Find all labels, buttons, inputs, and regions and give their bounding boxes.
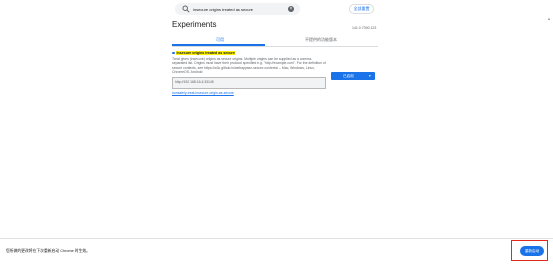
relaunch-bar: 您所做的更改将在下次重新启动 Chrome 时生效。 重新启动	[0, 238, 553, 264]
flag-state-select[interactable]: 已启用 ▾	[331, 72, 375, 80]
flag-header: Insecure origins treated as secure	[172, 50, 378, 56]
flag-description: Treat given (insecure) origins as secure…	[172, 57, 326, 75]
highlight-box	[511, 240, 548, 261]
clear-search-icon[interactable]: ×	[288, 6, 294, 12]
search-box[interactable]: ×	[175, 3, 300, 15]
relaunch-message: 您所做的更改将在下次重新启动 Chrome 时生效。	[6, 249, 90, 253]
search-input[interactable]	[193, 6, 288, 12]
top-toolbar: × 全部重置	[0, 0, 553, 18]
modified-dot-icon	[172, 51, 175, 55]
tab-available[interactable]: 可用	[216, 37, 224, 43]
select-value: 已启用	[343, 74, 354, 78]
version-label: 141.0.7390.123	[352, 26, 377, 30]
tab-unavailable[interactable]: 不提供的功能版本	[305, 37, 337, 43]
page-title: Experiments	[172, 20, 217, 29]
tab-bar: 可用 不提供的功能版本	[172, 34, 378, 47]
reset-all-button[interactable]: 全部重置	[349, 4, 374, 14]
flag-name: Insecure origins treated as secure	[176, 51, 236, 55]
search-icon	[182, 5, 190, 13]
flag-permalink[interactable]: #unsafely-treat-insecure-origin-as-secur…	[172, 91, 378, 95]
scroll-up-arrow-icon[interactable]: ▲	[547, 16, 551, 21]
chevron-down-icon: ▾	[369, 74, 371, 78]
active-tab-indicator	[172, 44, 265, 46]
origins-textarea[interactable]: http://192.168.16.4:33145	[172, 76, 326, 89]
